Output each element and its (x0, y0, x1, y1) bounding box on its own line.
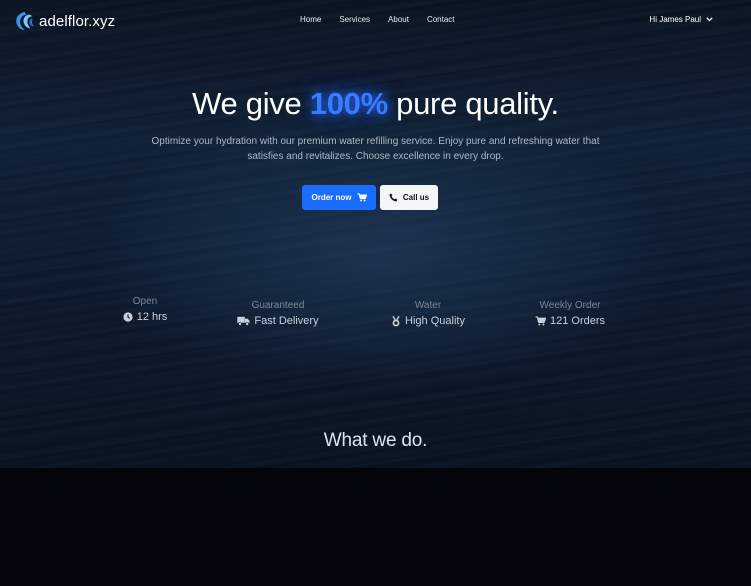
cart-icon (535, 316, 546, 326)
stat-value: Fast Delivery (230, 315, 326, 327)
content-section (0, 468, 751, 586)
headline-text-end: pure quality. (387, 86, 559, 121)
medal-icon (392, 315, 400, 326)
stat-value-text: 121 Orders (549, 315, 606, 327)
stat-value: 12 hrs (117, 311, 173, 323)
hero-buttons: Order now Call us (0, 185, 751, 210)
stat-value-text: High Quality (405, 315, 465, 327)
call-us-button[interactable]: Call us (380, 185, 438, 210)
hero-headline: We give 100% pure quality. (0, 86, 751, 122)
nav-link-contact[interactable]: Contact (427, 15, 455, 24)
nav-link-about[interactable]: About (388, 15, 409, 24)
stat-label: Weekly Order (539, 300, 601, 311)
truck-icon (237, 316, 251, 326)
stat-value-text: Fast Delivery (254, 315, 319, 327)
chevron-down-icon (706, 17, 713, 22)
user-menu[interactable]: Hi James Paul (649, 15, 713, 24)
stat-water: Water High Quality (384, 300, 472, 327)
hero-subtitle: Optimize your hydration with our premium… (151, 136, 600, 162)
stat-value: 121 Orders (531, 315, 609, 327)
phone-icon (389, 193, 398, 202)
stat-label: Water (414, 300, 442, 311)
nav-links: Home Services About Contact (300, 15, 473, 24)
stat-label: Open (132, 296, 158, 307)
stat-open: Open 12 hrs (117, 296, 173, 323)
user-greeting: Hi James Paul (649, 15, 701, 24)
cart-icon (357, 193, 367, 202)
brand-name: adelflor.xyz (39, 12, 116, 30)
stat-value-text: 12 hrs (136, 311, 168, 323)
stat-value: High Quality (384, 315, 472, 327)
order-now-button[interactable]: Order now (302, 185, 376, 210)
stat-guaranteed: Guaranteed Fast Delivery (230, 300, 326, 327)
call-us-label: Call us (402, 193, 430, 202)
nav-link-home[interactable]: Home (300, 15, 321, 24)
section-title: What we do. (323, 430, 428, 451)
wave-logo-icon (16, 11, 35, 31)
nav-link-services[interactable]: Services (339, 15, 370, 24)
stat-weekly-order: Weekly Order 121 Orders (531, 300, 609, 327)
stat-label: Guaranteed (251, 300, 305, 311)
clock-icon (123, 312, 133, 322)
order-now-label: Order now (311, 193, 352, 202)
brand[interactable]: adelflor.xyz (14, 10, 115, 32)
navbar: adelflor.xyz Home Services About Contact… (0, 0, 751, 42)
headline-text-start: We give (192, 86, 310, 121)
hero-section (0, 0, 751, 468)
headline-accent: 100% (309, 86, 388, 121)
